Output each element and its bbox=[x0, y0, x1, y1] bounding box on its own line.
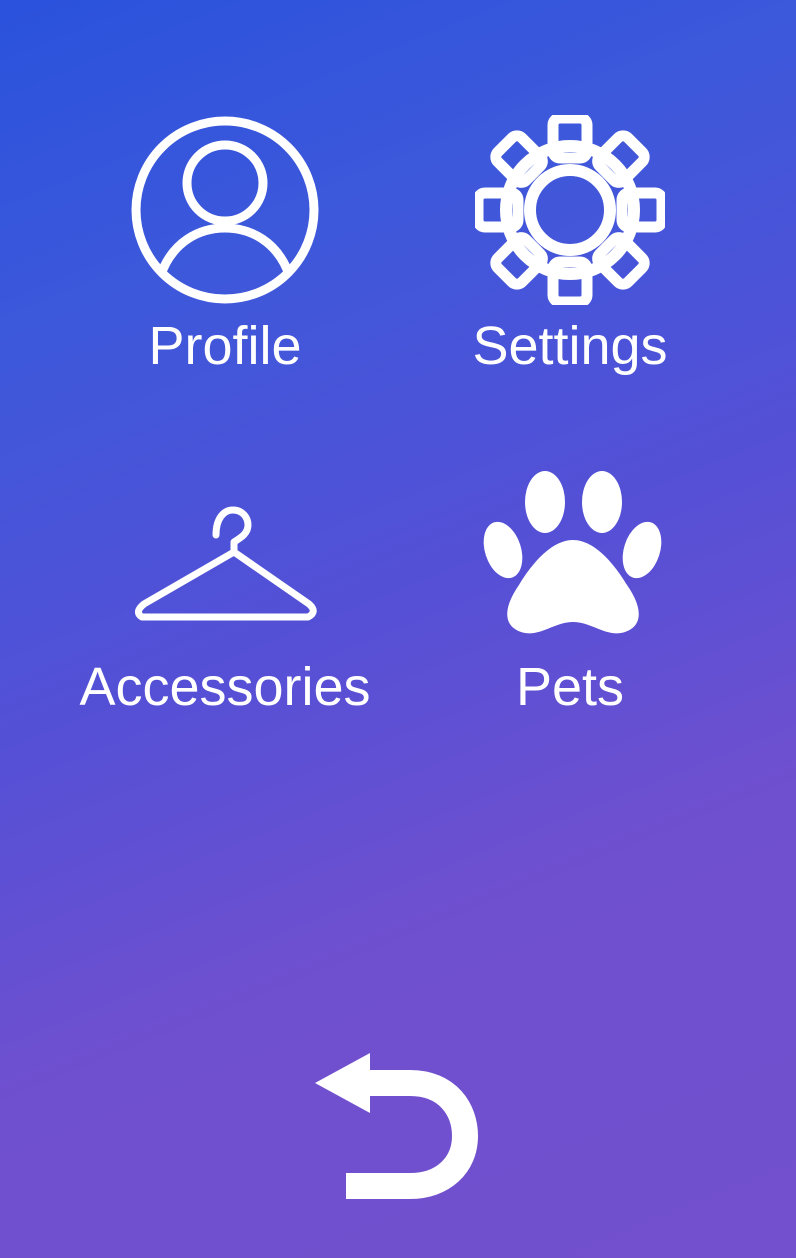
menu-item-pets[interactable]: Pets bbox=[420, 465, 720, 725]
menu-item-label-accessories: Accessories bbox=[79, 657, 371, 717]
hanger-icon bbox=[135, 506, 317, 621]
menu-item-label-profile: Profile bbox=[148, 316, 302, 376]
profile-icon bbox=[131, 116, 319, 304]
back-button[interactable] bbox=[310, 1048, 480, 1200]
menu-item-accessories[interactable]: Accessories bbox=[55, 495, 395, 725]
back-arrow-icon bbox=[315, 1053, 478, 1199]
menu-item-label-pets: Pets bbox=[515, 657, 625, 717]
paw-icon bbox=[483, 471, 662, 634]
gear-icon bbox=[475, 115, 665, 305]
menu-item-profile[interactable]: Profile bbox=[75, 110, 375, 390]
menu-item-settings[interactable]: Settings bbox=[420, 110, 720, 390]
menu-item-label-settings: Settings bbox=[472, 316, 668, 376]
